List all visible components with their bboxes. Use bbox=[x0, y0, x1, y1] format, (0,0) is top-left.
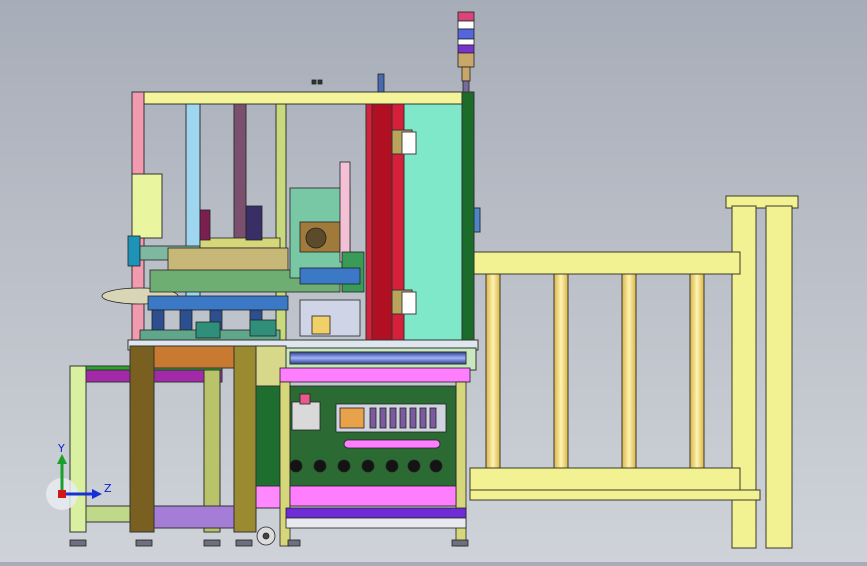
top-fittings bbox=[311, 73, 385, 93]
y-axis-label: Y bbox=[57, 442, 65, 455]
cad-viewport[interactable]: Y Z bbox=[0, 0, 867, 562]
z-axis-label: Z bbox=[104, 482, 112, 495]
side-rail-frame bbox=[469, 195, 799, 549]
coordinate-triad: Y Z bbox=[44, 440, 124, 512]
control-cabinet bbox=[279, 367, 471, 547]
x-axis-icon bbox=[58, 490, 66, 498]
signal-tower bbox=[457, 11, 475, 94]
machine-model-view[interactable] bbox=[0, 0, 867, 562]
